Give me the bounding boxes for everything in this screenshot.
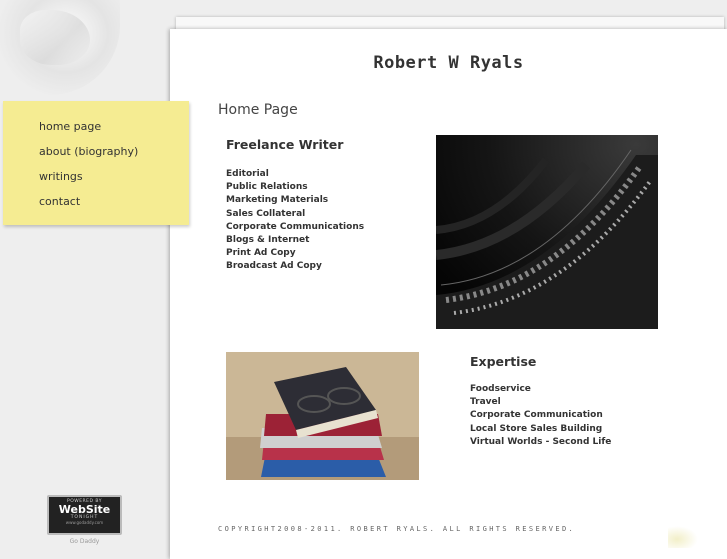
nav-item-contact[interactable]: contact bbox=[39, 195, 80, 208]
list-item: Corporate Communication bbox=[470, 410, 603, 421]
crumpled-paper-decoration bbox=[0, 0, 120, 95]
list-item: Print Ad Copy bbox=[226, 248, 296, 259]
expertise-title: Expertise bbox=[470, 354, 537, 369]
page-heading: Home Page bbox=[218, 102, 298, 118]
list-item: Marketing Materials bbox=[226, 195, 329, 206]
freelance-title: Freelance Writer bbox=[226, 137, 344, 152]
list-item: Sales Collateral bbox=[226, 208, 306, 219]
nav-sticky-note: home page about (biography) writings con… bbox=[3, 101, 189, 225]
website-tonight-badge[interactable]: POWERED BY WebSite TONIGHT www.godaddy.c… bbox=[47, 495, 122, 535]
site-title: Robert W Ryals bbox=[373, 53, 524, 73]
expertise-list: Foodservice Travel Corporate Communicati… bbox=[470, 383, 611, 449]
badge-caption[interactable]: Go Daddy bbox=[47, 538, 122, 545]
nav-item-writings[interactable]: writings bbox=[39, 170, 83, 183]
list-item: Travel bbox=[470, 397, 501, 408]
list-item: Corporate Communications bbox=[226, 221, 365, 232]
freelance-list: Editorial Public Relations Marketing Mat… bbox=[226, 168, 364, 274]
list-item: Public Relations bbox=[226, 182, 308, 193]
copyright-text: COPYRIGHT2008-2011. ROBERT RYALS. ALL RI… bbox=[218, 525, 576, 533]
nav-item-home[interactable]: home page bbox=[39, 120, 101, 133]
list-item: Broadcast Ad Copy bbox=[226, 261, 322, 272]
books-glasses-photo bbox=[226, 352, 419, 480]
list-item: Local Store Sales Building bbox=[470, 423, 603, 434]
badge-main-text: WebSite bbox=[58, 503, 111, 516]
list-item: Foodservice bbox=[470, 384, 531, 394]
list-item: Blogs & Internet bbox=[226, 234, 310, 245]
badge-url-text: www.godaddy.com bbox=[65, 520, 104, 525]
list-item: Editorial bbox=[226, 169, 269, 179]
list-item: Virtual Worlds - Second Life bbox=[470, 436, 612, 447]
typewriter-photo bbox=[436, 135, 658, 329]
nav-item-about[interactable]: about (biography) bbox=[39, 145, 138, 158]
